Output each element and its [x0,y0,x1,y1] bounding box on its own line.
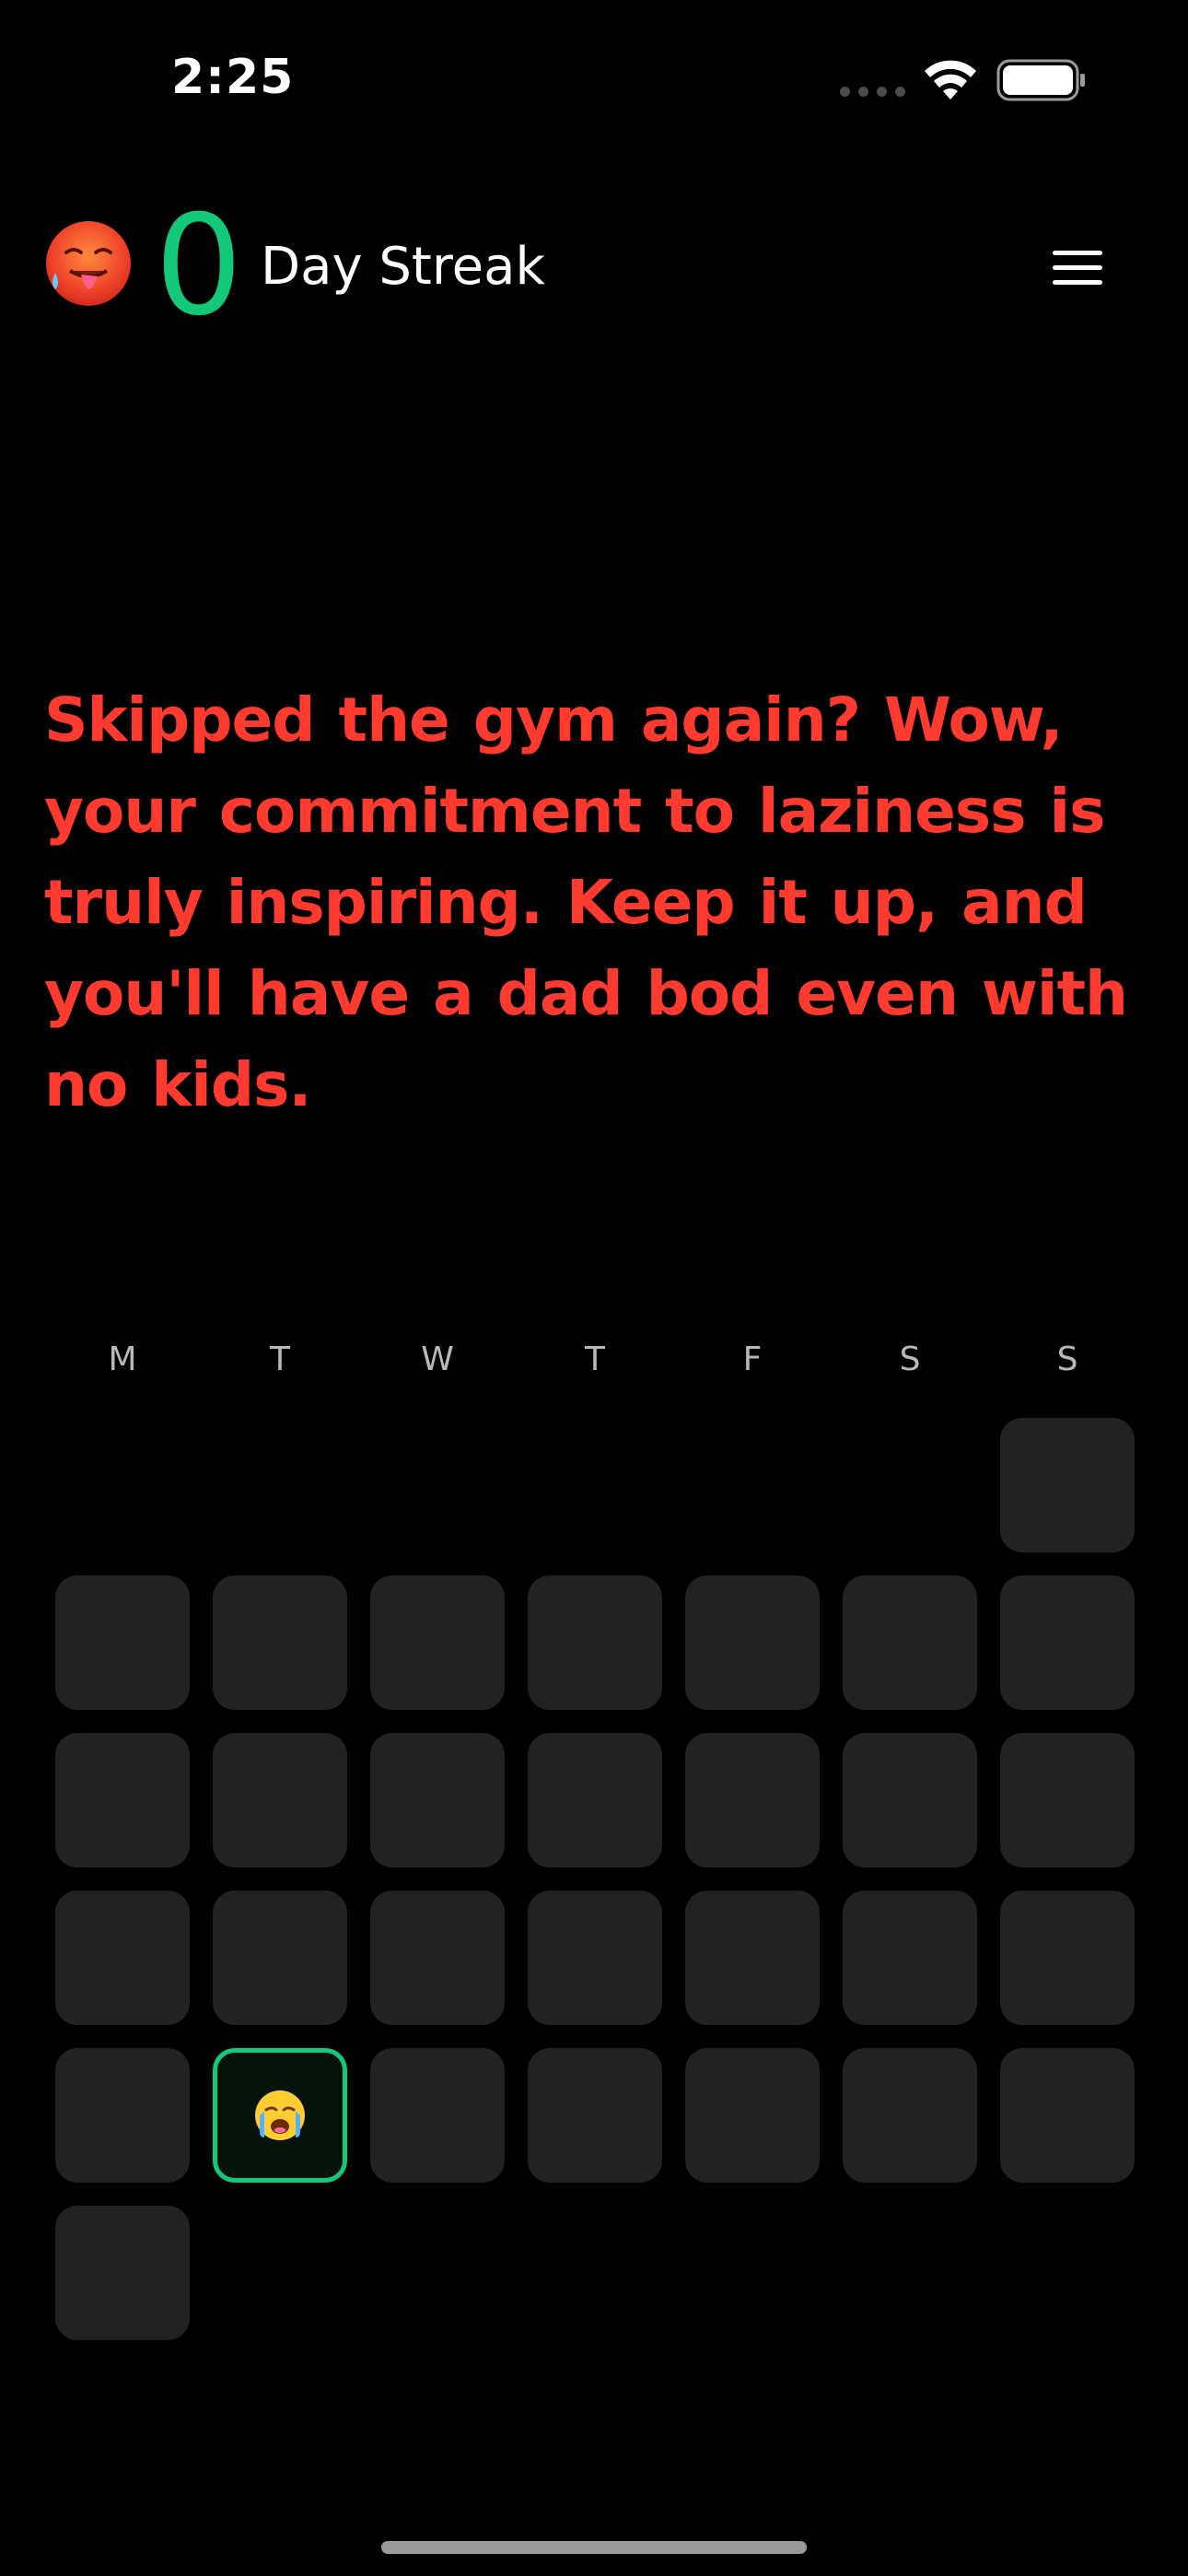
streak-label: Day Streak [261,237,545,297]
weekday-label: F [742,1341,763,1378]
wifi-icon [925,60,976,100]
weekday-label: T [270,1341,290,1378]
home-indicator [381,2541,807,2554]
day-cell[interactable] [1000,1891,1135,2025]
day-cell[interactable] [528,1733,662,1868]
day-cell[interactable] [685,2048,820,2183]
day-cell[interactable] [685,1891,820,2025]
weekday-label: M [108,1341,137,1378]
day-cell[interactable] [843,1733,977,1868]
status-time: 2:25 [171,50,295,105]
motivation-message: Skipped the gym again? Wow, your commitm… [44,685,1128,1120]
weekday-label: S [899,1341,921,1378]
day-cell[interactable] [55,2048,190,2183]
hot-face-icon [46,221,131,306]
hamburger-menu-icon [1053,251,1102,285]
streak-count: 0 [155,186,243,346]
day-cell[interactable] [685,1575,820,1710]
day-cell[interactable] [370,1733,505,1868]
day-cell[interactable] [528,1891,662,2025]
day-cell[interactable] [370,1575,505,1710]
weekday-label: S [1056,1341,1078,1378]
day-cell[interactable] [213,1891,347,2025]
day-cell[interactable] [213,1733,347,1868]
day-cell[interactable] [528,1575,662,1710]
battery-icon [996,59,1085,101]
day-cell[interactable] [370,2048,505,2183]
day-cell[interactable] [55,1575,190,1710]
weekday-label: W [421,1341,454,1378]
weekday-header-row: MTWTFSS [55,1341,1133,1387]
day-cell[interactable] [1000,1418,1135,1552]
day-cell[interactable] [843,2048,977,2183]
day-cell[interactable] [1000,1575,1135,1710]
day-cell[interactable] [843,1891,977,2025]
calendar-grid [55,1418,1135,2340]
day-cell[interactable] [55,1733,190,1868]
day-cell[interactable] [1000,2048,1135,2183]
weekday-label: T [585,1341,605,1378]
day-cell[interactable] [1000,1733,1135,1868]
day-cell[interactable] [528,2048,662,2183]
day-cell[interactable] [843,1575,977,1710]
cellular-signal-icon [840,87,905,97]
day-cell[interactable] [213,1575,347,1710]
day-cell[interactable] [55,2206,190,2340]
day-cell[interactable] [370,1891,505,2025]
day-cell[interactable] [55,1891,190,2025]
day-cell[interactable] [685,1733,820,1868]
menu-button[interactable] [1041,240,1114,297]
day-cell-today[interactable] [213,2048,347,2183]
crying-face-icon [255,2090,305,2140]
